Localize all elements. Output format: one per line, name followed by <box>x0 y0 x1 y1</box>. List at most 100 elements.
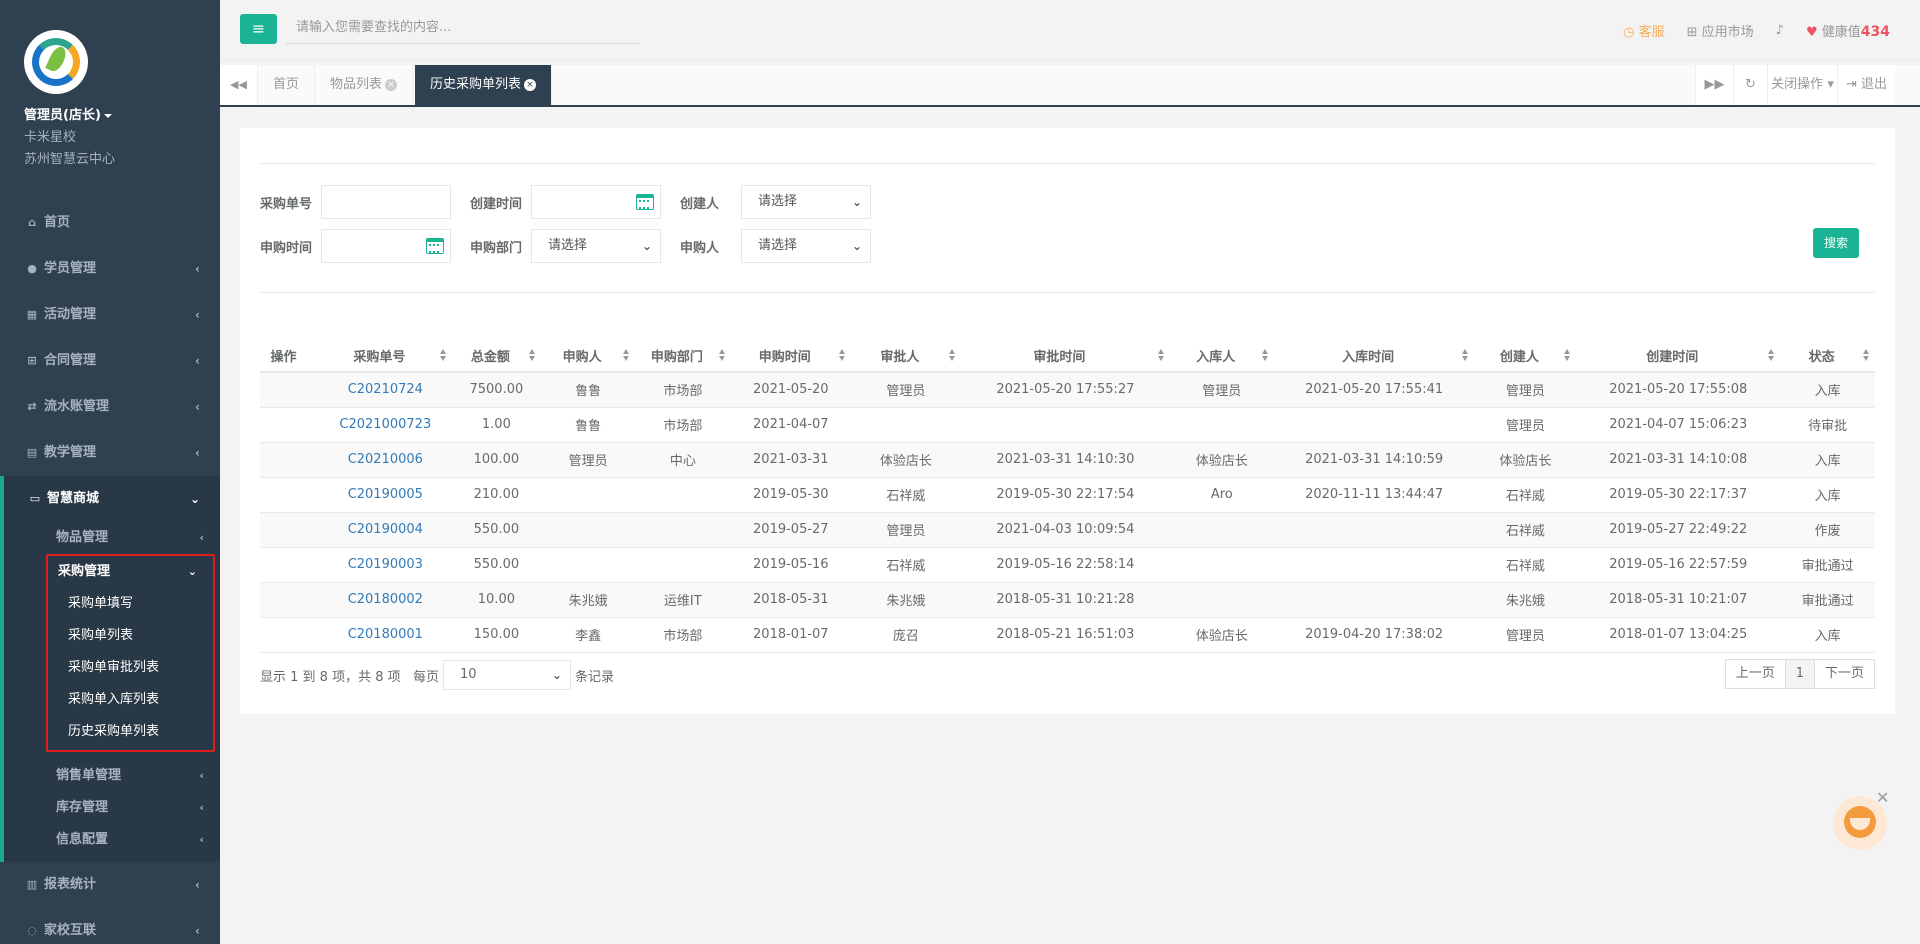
nav-item-teaching[interactable]: ▤ 教学管理 ‹ <box>0 430 220 476</box>
nav-item-students[interactable]: ● 学员管理 ‹ <box>0 246 220 292</box>
tab-goods-list[interactable]: 物品列表 × <box>315 65 414 105</box>
order-no-link[interactable]: C2021000723 <box>319 407 452 443</box>
search-button[interactable]: 搜索 <box>1813 228 1859 258</box>
table-cell: Aro <box>1169 477 1274 513</box>
cart-icon: ⊞ <box>1686 24 1698 40</box>
close-icon[interactable]: ✕ <box>1876 788 1889 807</box>
sub-item-purchase-history[interactable]: 历史采购单列表 <box>48 716 213 748</box>
column-header[interactable]: 总金额 <box>451 340 542 373</box>
column-header[interactable]: 入库人 <box>1169 340 1274 373</box>
sub-item-stock[interactable]: 库存管理 ‹ <box>4 792 220 824</box>
user-menu[interactable]: 管理员(店长) <box>24 104 220 123</box>
column-header[interactable]: 申购部门 <box>634 340 731 373</box>
refresh-button[interactable]: ↻ <box>1733 65 1767 105</box>
column-header[interactable]: 采购单号 <box>319 340 452 373</box>
chevron-left-icon: ‹ <box>195 308 200 322</box>
chevron-down-icon: ⌄ <box>187 565 197 578</box>
column-header[interactable]: 入库时间 <box>1273 340 1475 373</box>
nav-label: 流水账管理 <box>44 399 110 414</box>
table-cell: 鲁鲁 <box>541 372 635 408</box>
calendar-icon[interactable] <box>426 238 444 254</box>
creator-label: 创建人 <box>680 197 720 212</box>
order-no-link[interactable]: C20190005 <box>319 477 452 513</box>
nav-item-activities[interactable]: ▦ 活动管理 ‹ <box>0 292 220 338</box>
sub-item-info[interactable]: 信息配置 ‹ <box>4 824 220 856</box>
sub-item-sales[interactable]: 销售单管理 ‹ <box>4 760 220 792</box>
chevron-down-icon: ⌄ <box>851 195 862 209</box>
requester-select[interactable]: 请选择 ⌄ <box>741 229 871 263</box>
table-cell <box>634 477 731 513</box>
tab-history[interactable]: 历史采购单列表 × <box>415 65 553 105</box>
nav-item-mall[interactable]: ▭ 智慧商城 ⌄ <box>4 476 220 522</box>
tabs-scroll-left-button[interactable]: ◀◀ <box>220 65 258 105</box>
close-ops-label: 关闭操作 <box>1771 77 1824 92</box>
home-icon: ⌂ <box>28 216 36 229</box>
create-time-input[interactable] <box>531 185 661 219</box>
table-cell: 中心 <box>634 442 731 478</box>
search-input[interactable] <box>286 12 640 44</box>
column-header[interactable]: 创建时间 <box>1576 340 1781 373</box>
table-cell: 审批通过 <box>1780 547 1875 583</box>
sidebar: 管理员(店长) 卡米星校 苏州智慧云中心 ⌂ 首页 ● 学员管理 ‹ ▦ 活动管理 ‹ ⊞… <box>0 0 220 944</box>
next-page-button[interactable]: 下一页 <box>1813 659 1875 689</box>
select-value: 请选择 <box>548 238 588 253</box>
menu-toggle-button[interactable]: ≡ <box>240 14 277 44</box>
header-label: 入库时间 <box>1342 350 1395 365</box>
table-cell <box>1169 407 1274 443</box>
order-no-input[interactable] <box>321 185 451 219</box>
sub-item-goods[interactable]: 物品管理 ‹ <box>4 522 220 554</box>
dept-select[interactable]: 请选择 ⌄ <box>531 229 661 263</box>
table-cell: 2020-11-11 13:44:47 <box>1273 477 1475 513</box>
tabs-scroll-right-button[interactable]: ▶▶ <box>1695 65 1733 105</box>
close-icon[interactable]: × <box>524 78 537 91</box>
service-link[interactable]: ◷ 客服 <box>1623 21 1665 40</box>
nav-item-home-school[interactable]: ◌ 家校互联 ‹ <box>0 908 220 944</box>
table-row: C20190004 550.00 2019-05-27 管理员 2021-04-03 1… <box>260 512 1875 548</box>
table-cell: 石祥威 <box>850 477 961 513</box>
notification-bell[interactable]: ♪ <box>1776 23 1784 38</box>
table-cell: 2021-03-31 14:10:08 <box>1576 442 1781 478</box>
requester-label: 申购人 <box>680 241 720 256</box>
tab-home[interactable]: 首页 <box>258 65 316 105</box>
nav-item-home[interactable]: ⌂ 首页 <box>0 200 220 246</box>
creator-select[interactable]: 请选择 ⌄ <box>741 185 871 219</box>
calendar-icon[interactable] <box>636 194 654 210</box>
cart-icon: ⊞ <box>27 354 37 367</box>
page-size-select[interactable]: 10 ⌄ <box>443 660 572 690</box>
column-header[interactable]: 状态 <box>1780 340 1875 373</box>
close-icon[interactable]: × <box>385 78 398 91</box>
column-header[interactable]: 申购时间 <box>730 340 851 373</box>
market-link[interactable]: ⊞ 应用市场 <box>1687 21 1754 40</box>
column-header[interactable]: 申购人 <box>541 340 635 373</box>
nav-item-contracts[interactable]: ⊞ 合同管理 ‹ <box>0 338 220 384</box>
sub-item-purchase-list[interactable]: 采购单列表 <box>48 620 213 652</box>
close-ops-dropdown[interactable]: 关闭操作 ▾ <box>1767 65 1837 105</box>
table-cell <box>541 512 635 548</box>
health-indicator[interactable]: ♥ 健康值434 <box>1806 21 1890 40</box>
prev-page-button[interactable]: 上一页 <box>1724 659 1786 689</box>
logout-button[interactable]: ⇥ 退出 <box>1837 65 1895 105</box>
column-header[interactable]: 审批时间 <box>960 340 1170 373</box>
nav-item-ledger[interactable]: ⇄ 流水账管理 ‹ <box>0 384 220 430</box>
sub-item-purchase-stockin[interactable]: 采购单入库列表 <box>48 684 213 716</box>
table-cell: 管理员 <box>1474 372 1577 408</box>
order-no-link[interactable]: C20190004 <box>319 512 452 548</box>
table-cell: 2019-05-16 22:58:14 <box>960 547 1170 583</box>
bars-icon: ≡ <box>251 19 266 38</box>
sort-icon <box>718 349 725 363</box>
table-body: C20210724 7500.00 鲁鲁 市场部 2021-05-20 管理员 2021-0… <box>260 372 1875 653</box>
request-time-input[interactable] <box>321 229 451 263</box>
column-header[interactable]: 创建人 <box>1474 340 1577 373</box>
table-cell: 庞召 <box>850 617 961 653</box>
order-no-link[interactable]: C20180001 <box>319 617 452 653</box>
order-no-link[interactable]: C20180002 <box>319 582 452 618</box>
sub-item-purchase-approval[interactable]: 采购单审批列表 <box>48 652 213 684</box>
sub-item-purchase[interactable]: 采购管理 ⌄ <box>48 556 213 588</box>
order-no-link[interactable]: C20210724 <box>319 372 452 408</box>
page-number-button[interactable]: 1 <box>1784 659 1815 689</box>
column-header[interactable]: 审批人 <box>850 340 961 373</box>
nav-item-reports[interactable]: ▥ 报表统计 ‹ <box>0 862 220 908</box>
sub-item-purchase-fill[interactable]: 采购单填写 <box>48 588 213 620</box>
order-no-link[interactable]: C20190003 <box>319 547 452 583</box>
order-no-link[interactable]: C20210006 <box>319 442 452 478</box>
